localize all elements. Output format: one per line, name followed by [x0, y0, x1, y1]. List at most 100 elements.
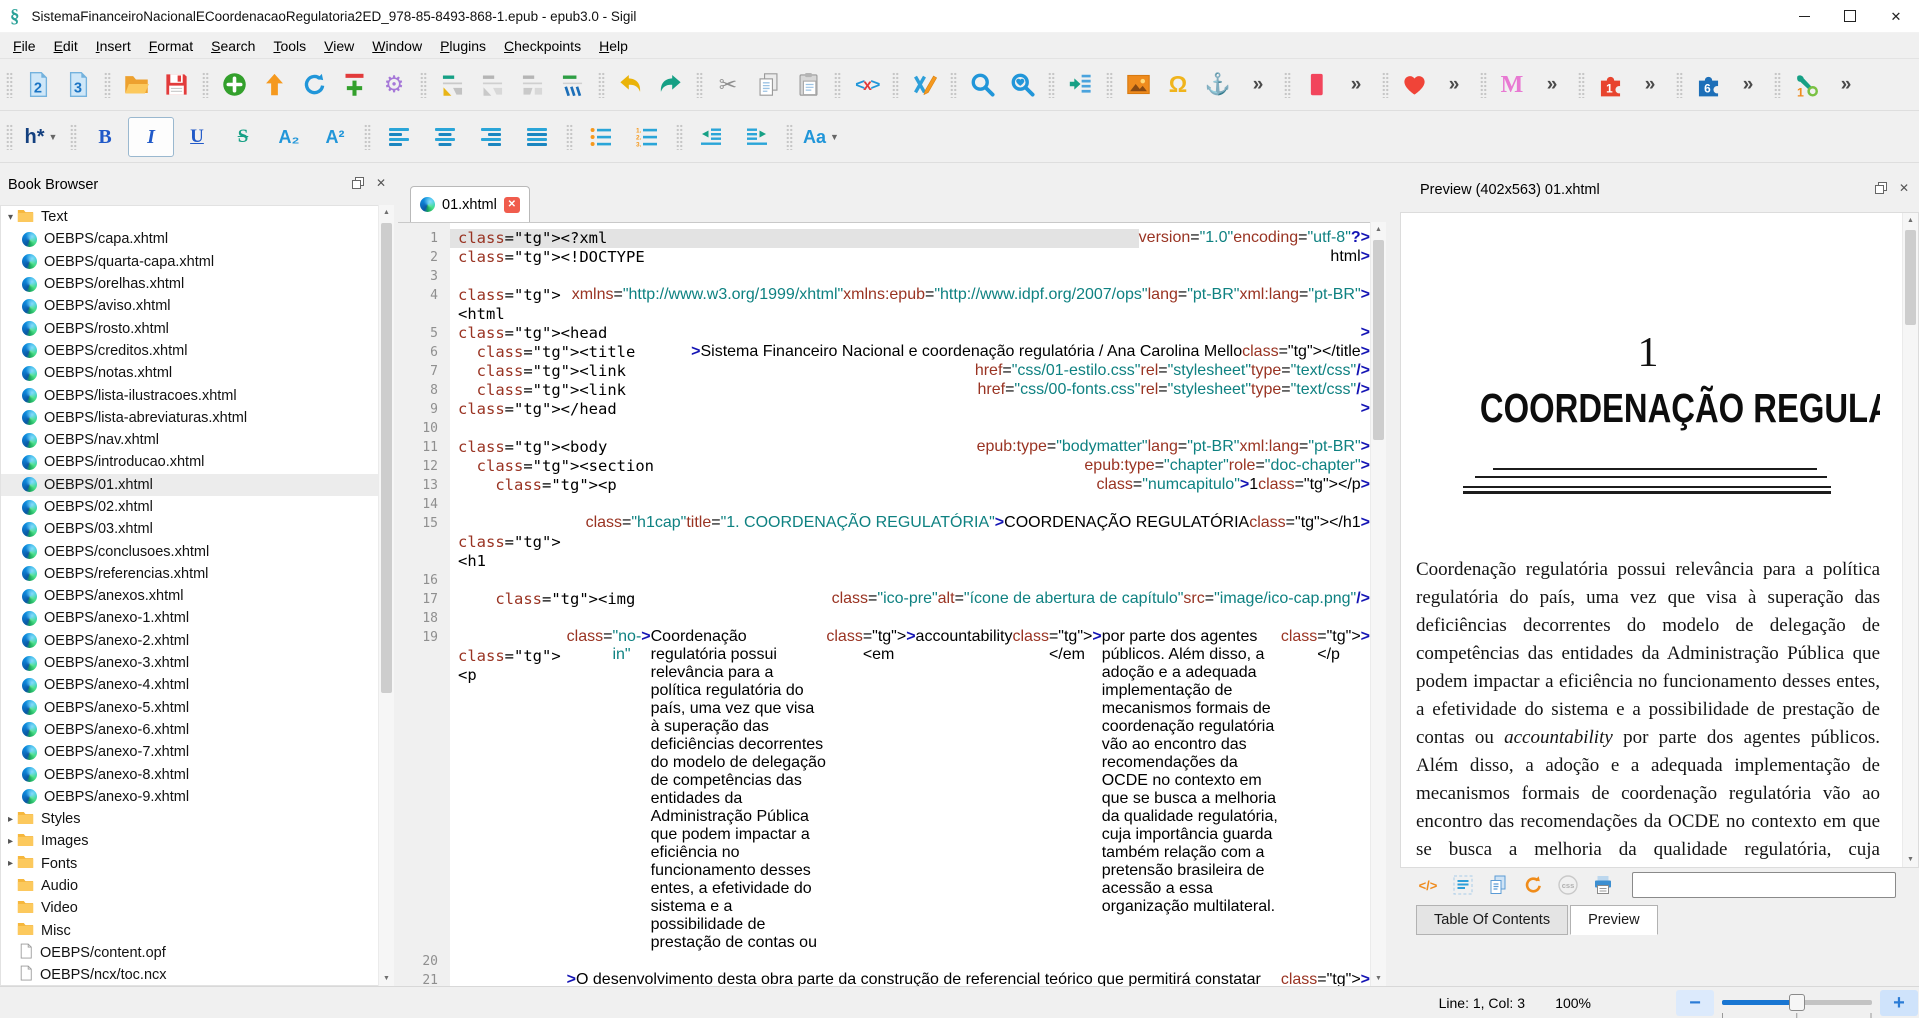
superscript-button[interactable]: A²	[312, 117, 358, 157]
subscript-button[interactable]: A₂	[266, 117, 312, 157]
tree-item-oebps-01.xhtml[interactable]: OEBPS/01.xhtml	[1, 474, 378, 496]
tree-item-styles[interactable]: ▸Styles	[1, 808, 378, 830]
insert-image-button[interactable]	[1118, 64, 1158, 106]
tree-item-oebps-anexo-5.xhtml[interactable]: OEBPS/anexo-5.xhtml	[1, 697, 378, 719]
tree-item-oebps-lista-ilustracoes.xhtml[interactable]: OEBPS/lista-ilustracoes.xhtml	[1, 384, 378, 406]
overflow-6-button[interactable]: »	[1728, 64, 1768, 106]
align-right-button[interactable]	[468, 117, 514, 157]
scrollbar-thumb[interactable]	[1905, 230, 1916, 325]
goto-link-style-button[interactable]	[1060, 64, 1100, 106]
tree-item-oebps-ncx-toc.ncx[interactable]: OEBPS/ncx/toc.ncx	[1, 964, 378, 986]
find-button[interactable]	[962, 64, 1002, 106]
insert-file-button[interactable]	[334, 64, 374, 106]
menu-plugins[interactable]: Plugins	[431, 35, 495, 57]
menu-file[interactable]: File	[4, 35, 45, 57]
maximize-button[interactable]	[1827, 0, 1873, 32]
scroll-up-icon[interactable]: ▲	[1903, 213, 1918, 228]
tree-item-oebps-introducao.xhtml[interactable]: OEBPS/introducao.xhtml	[1, 451, 378, 473]
tree-collapsed-icon[interactable]: ▸	[4, 836, 17, 847]
align-left-button[interactable]	[376, 117, 422, 157]
tree-item-oebps-02.xhtml[interactable]: OEBPS/02.xhtml	[1, 496, 378, 518]
tree-item-oebps-conclusoes.xhtml[interactable]: OEBPS/conclusoes.xhtml	[1, 540, 378, 562]
tree-item-oebps-anexo-3.xhtml[interactable]: OEBPS/anexo-3.xhtml	[1, 652, 378, 674]
tab-preview[interactable]: Preview	[1570, 905, 1658, 935]
preview-select-all-button[interactable]	[1451, 873, 1475, 897]
preview-search-input[interactable]	[1632, 872, 1896, 898]
overflow-7-button[interactable]: »	[1826, 64, 1866, 106]
text-case-button[interactable]: Aa▼	[798, 117, 844, 157]
overflow-5-button[interactable]: »	[1630, 64, 1670, 106]
preview-print-button[interactable]	[1591, 873, 1615, 897]
preview-copy-button[interactable]	[1486, 873, 1510, 897]
italic-button[interactable]: I	[128, 117, 174, 157]
menu-format[interactable]: Format	[140, 35, 202, 57]
scroll-down-icon[interactable]: ▼	[379, 971, 394, 986]
tree-item-oebps-03.xhtml[interactable]: OEBPS/03.xhtml	[1, 518, 378, 540]
redo-button[interactable]	[650, 64, 690, 106]
zoom-slider[interactable]	[1722, 993, 1872, 1013]
numbered-list-button[interactable]: 1.2.3.	[624, 117, 670, 157]
preview-css-button[interactable]: css	[1556, 873, 1580, 897]
tree-collapsed-icon[interactable]: ▸	[4, 858, 17, 869]
tree-collapsed-icon[interactable]: ▸	[4, 814, 17, 825]
plugin-6-button[interactable]: 6	[1688, 64, 1728, 106]
tree-expanded-icon[interactable]: ▾	[4, 212, 17, 223]
float-panel-icon[interactable]	[351, 176, 365, 190]
remove-code-tags-button[interactable]: <x>	[846, 64, 886, 106]
menu-tools[interactable]: Tools	[264, 35, 315, 57]
indent-button[interactable]	[734, 117, 780, 157]
tree-item-oebps-anexo-8.xhtml[interactable]: OEBPS/anexo-8.xhtml	[1, 763, 378, 785]
close-panel-icon[interactable]: ✕	[374, 176, 388, 190]
plugin-1-button[interactable]: 1	[1590, 64, 1630, 106]
add-new-file-button[interactable]	[214, 64, 254, 106]
plugin-m-button[interactable]: M	[1492, 64, 1532, 106]
scroll-up-icon[interactable]: ▲	[379, 205, 394, 220]
float-panel-icon[interactable]	[1874, 181, 1888, 195]
tree-item-oebps-nav.xhtml[interactable]: OEBPS/nav.xhtml	[1, 429, 378, 451]
tree-item-oebps-anexo-7.xhtml[interactable]: OEBPS/anexo-7.xhtml	[1, 741, 378, 763]
slider-handle[interactable]	[1789, 994, 1805, 1011]
preview-refresh-button[interactable]	[1521, 873, 1545, 897]
tree-item-oebps-aviso.xhtml[interactable]: OEBPS/aviso.xhtml	[1, 295, 378, 317]
tree-item-oebps-notas.xhtml[interactable]: OEBPS/notas.xhtml	[1, 362, 378, 384]
tree-item-oebps-content.opf[interactable]: OEBPS/content.opf	[1, 942, 378, 964]
outdent-button[interactable]	[688, 117, 734, 157]
preview-code-view-button[interactable]: </>	[1416, 873, 1440, 897]
tab-close-icon[interactable]: ✕	[504, 197, 520, 213]
overflow-3-button[interactable]: »	[1434, 64, 1474, 106]
insert-special-character-button[interactable]: Ω	[1158, 64, 1198, 106]
menu-edit[interactable]: Edit	[45, 35, 87, 57]
align-center-button[interactable]	[422, 117, 468, 157]
tree-item-oebps-anexo-4.xhtml[interactable]: OEBPS/anexo-4.xhtml	[1, 674, 378, 696]
book-browser-scrollbar[interactable]: ▲ ▼	[378, 205, 394, 986]
tree-item-video[interactable]: Video	[1, 897, 378, 919]
split-after-button[interactable]	[512, 64, 552, 106]
align-justify-button[interactable]	[514, 117, 560, 157]
donate-button[interactable]	[1394, 64, 1434, 106]
cut-button[interactable]: ✂	[708, 64, 748, 106]
overflow-2-button[interactable]: »	[1336, 64, 1376, 106]
scroll-down-icon[interactable]: ▼	[1371, 971, 1386, 986]
scrollbar-thumb[interactable]	[1373, 240, 1384, 440]
tab-01-xhtml[interactable]: 01.xhtml ✕	[410, 186, 530, 222]
find-special-button[interactable]	[1002, 64, 1042, 106]
heading-style-button[interactable]: h*▼	[18, 117, 64, 157]
book-view-epub3-button[interactable]: 3	[58, 64, 98, 106]
minimize-button[interactable]	[1781, 0, 1827, 32]
bookmark-plugin-button[interactable]	[1296, 64, 1336, 106]
tree-item-audio[interactable]: Audio	[1, 875, 378, 897]
bullet-list-button[interactable]	[578, 117, 624, 157]
tree-item-oebps-orelhas.xhtml[interactable]: OEBPS/orelhas.xhtml	[1, 273, 378, 295]
tree-item-images[interactable]: ▸Images	[1, 830, 378, 852]
tree-item-fonts[interactable]: ▸Fonts	[1, 853, 378, 875]
add-existing-files-button[interactable]	[254, 64, 294, 106]
bold-button[interactable]: B	[82, 117, 128, 157]
save-file-button[interactable]	[156, 64, 196, 106]
tree-item-oebps-anexo-6.xhtml[interactable]: OEBPS/anexo-6.xhtml	[1, 719, 378, 741]
plugin-manager-button[interactable]: 1	[1786, 64, 1826, 106]
split-at-cursor-button[interactable]	[432, 64, 472, 106]
zoom-out-button[interactable]: −	[1676, 990, 1714, 1016]
insert-split-marker-button[interactable]	[552, 64, 592, 106]
tree-item-misc[interactable]: Misc	[1, 920, 378, 942]
preview-scrollbar[interactable]: ▲ ▼	[1902, 213, 1918, 867]
